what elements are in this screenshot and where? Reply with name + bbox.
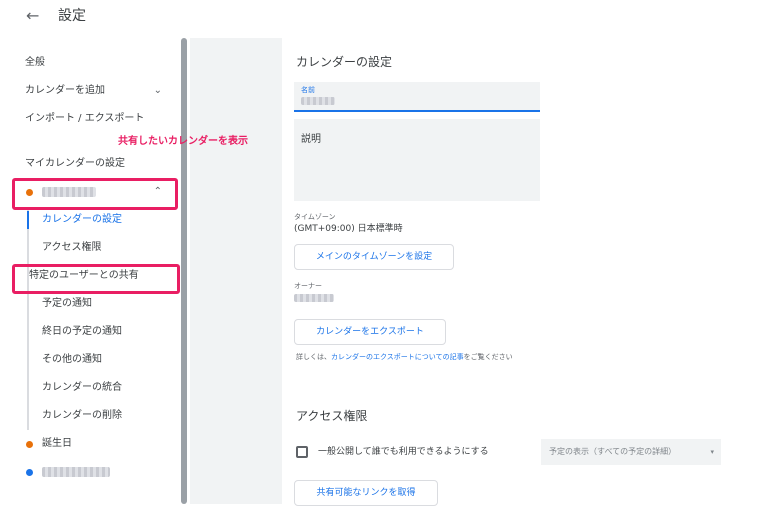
sidebar-item-event-notifications[interactable]: 予定の通知: [0, 294, 178, 314]
name-value-redacted: [301, 97, 335, 105]
other-calendar-name-redacted[interactable]: [42, 467, 110, 477]
export-calendar-button[interactable]: カレンダーをエクスポート: [294, 319, 446, 345]
arrow-left-icon[interactable]: ←: [26, 6, 42, 26]
chevron-down-icon: ⌄: [153, 85, 162, 96]
help-suffix: をご覧ください: [463, 353, 513, 361]
page-title: 設定: [58, 8, 86, 24]
description-field[interactable]: 説明: [294, 119, 540, 201]
sidebar-item-access-permissions[interactable]: アクセス権限: [0, 238, 178, 258]
timezone-value: (GMT+09:00) 日本標準時: [294, 224, 403, 234]
sidebar-item-integrate-calendar[interactable]: カレンダーの統合: [0, 378, 178, 398]
dropdown-arrow-icon: ▾: [710, 448, 714, 456]
export-article-link[interactable]: カレンダーのエクスポートについての記事: [331, 353, 464, 361]
name-field-label: 名前: [301, 86, 315, 94]
export-help-text: 詳しくは、カレンダーのエクスポートについての記事をご覧ください: [296, 352, 513, 362]
make-public-label: 一般公開して誰でも利用できるようにする: [318, 447, 489, 457]
get-shareable-link-button[interactable]: 共有可能なリンクを取得: [294, 480, 438, 506]
calendar-name-field[interactable]: 名前: [294, 82, 540, 112]
make-public-checkbox[interactable]: [296, 446, 308, 458]
help-prefix: 詳しくは、: [296, 353, 331, 361]
timezone-label: タイムゾーン: [294, 213, 336, 221]
set-main-timezone-button[interactable]: メインのタイムゾーンを設定: [294, 244, 454, 270]
sidebar-scrollbar[interactable]: [181, 38, 187, 504]
highlight-share-item: [12, 264, 180, 294]
sidebar-item-remove-calendar[interactable]: カレンダーの削除: [0, 406, 178, 426]
visibility-select-value: 予定の表示（すべての予定の詳細）: [549, 447, 677, 456]
calendar-settings-heading: カレンダーの設定: [296, 55, 393, 69]
highlight-my-calendar: [12, 178, 178, 210]
my-calendars-heading: マイカレンダーの設定: [25, 158, 125, 169]
owner-value-redacted: [294, 294, 334, 302]
access-permissions-heading: アクセス権限: [296, 409, 368, 423]
sidebar-item-other-notifications[interactable]: その他の通知: [0, 350, 178, 370]
visibility-select[interactable]: 予定の表示（すべての予定の詳細） ▾: [541, 439, 721, 465]
sidebar-item-general[interactable]: 全般: [0, 53, 178, 73]
owner-label: オーナー: [294, 282, 322, 290]
other-calendar-color-dot: [26, 469, 33, 476]
sidebar-item-label: カレンダーを追加: [25, 85, 105, 96]
sidebar-item-add-calendar[interactable]: カレンダーを追加 ⌄: [0, 81, 178, 101]
sidebar-item-import-export[interactable]: インポート / エクスポート: [0, 109, 178, 129]
sidebar-item-all-day-notifications[interactable]: 終日の予定の通知: [0, 322, 178, 342]
sidebar-item-calendar-settings[interactable]: カレンダーの設定: [0, 210, 178, 230]
top-bar: ← 設定: [0, 0, 768, 34]
description-field-label: 説明: [301, 134, 321, 145]
annotation-text: 共有したいカレンダーを表示: [118, 136, 248, 147]
sidebar-item-birthdays[interactable]: 誕生日: [0, 434, 178, 454]
